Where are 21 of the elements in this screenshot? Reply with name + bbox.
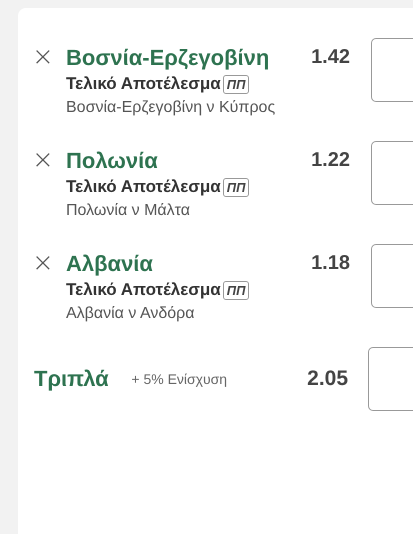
odds: 1.18 bbox=[311, 251, 350, 276]
team-name: Πολωνία bbox=[66, 147, 159, 175]
market-name: Τελικό Αποτέλεσμα bbox=[66, 177, 221, 197]
boost-label: + 5% Ενίσχυση bbox=[131, 371, 228, 387]
market-name: Τελικό Αποτέλεσμα bbox=[66, 280, 221, 300]
total-odds: 2.05 bbox=[306, 367, 348, 391]
remove-button[interactable]: × bbox=[32, 250, 54, 276]
odds: 1.42 bbox=[311, 45, 350, 70]
event-name: Αλβανία ν Ανδόρα bbox=[66, 305, 196, 323]
market-badge: ΠΠ bbox=[222, 178, 250, 196]
team-name: Αλβανία bbox=[66, 250, 154, 278]
market-name: Τελικό Αποτέλεσμα bbox=[66, 74, 221, 94]
remove-button[interactable]: × bbox=[32, 147, 54, 173]
odds: 1.22 bbox=[311, 148, 350, 173]
remove-button[interactable]: × bbox=[32, 44, 54, 70]
team-name: Βοσνία-Ερζεγοβίνη bbox=[66, 44, 270, 72]
market-badge: ΠΠ bbox=[222, 74, 250, 94]
event-name: Βοσνία-Ερζεγοβίνη ν Κύπρος bbox=[66, 99, 276, 117]
market-badge: ΠΠ bbox=[222, 280, 250, 300]
event-name: Πολωνία ν Μάλτα bbox=[66, 202, 192, 220]
bet-type: Τριπλά bbox=[34, 366, 110, 392]
